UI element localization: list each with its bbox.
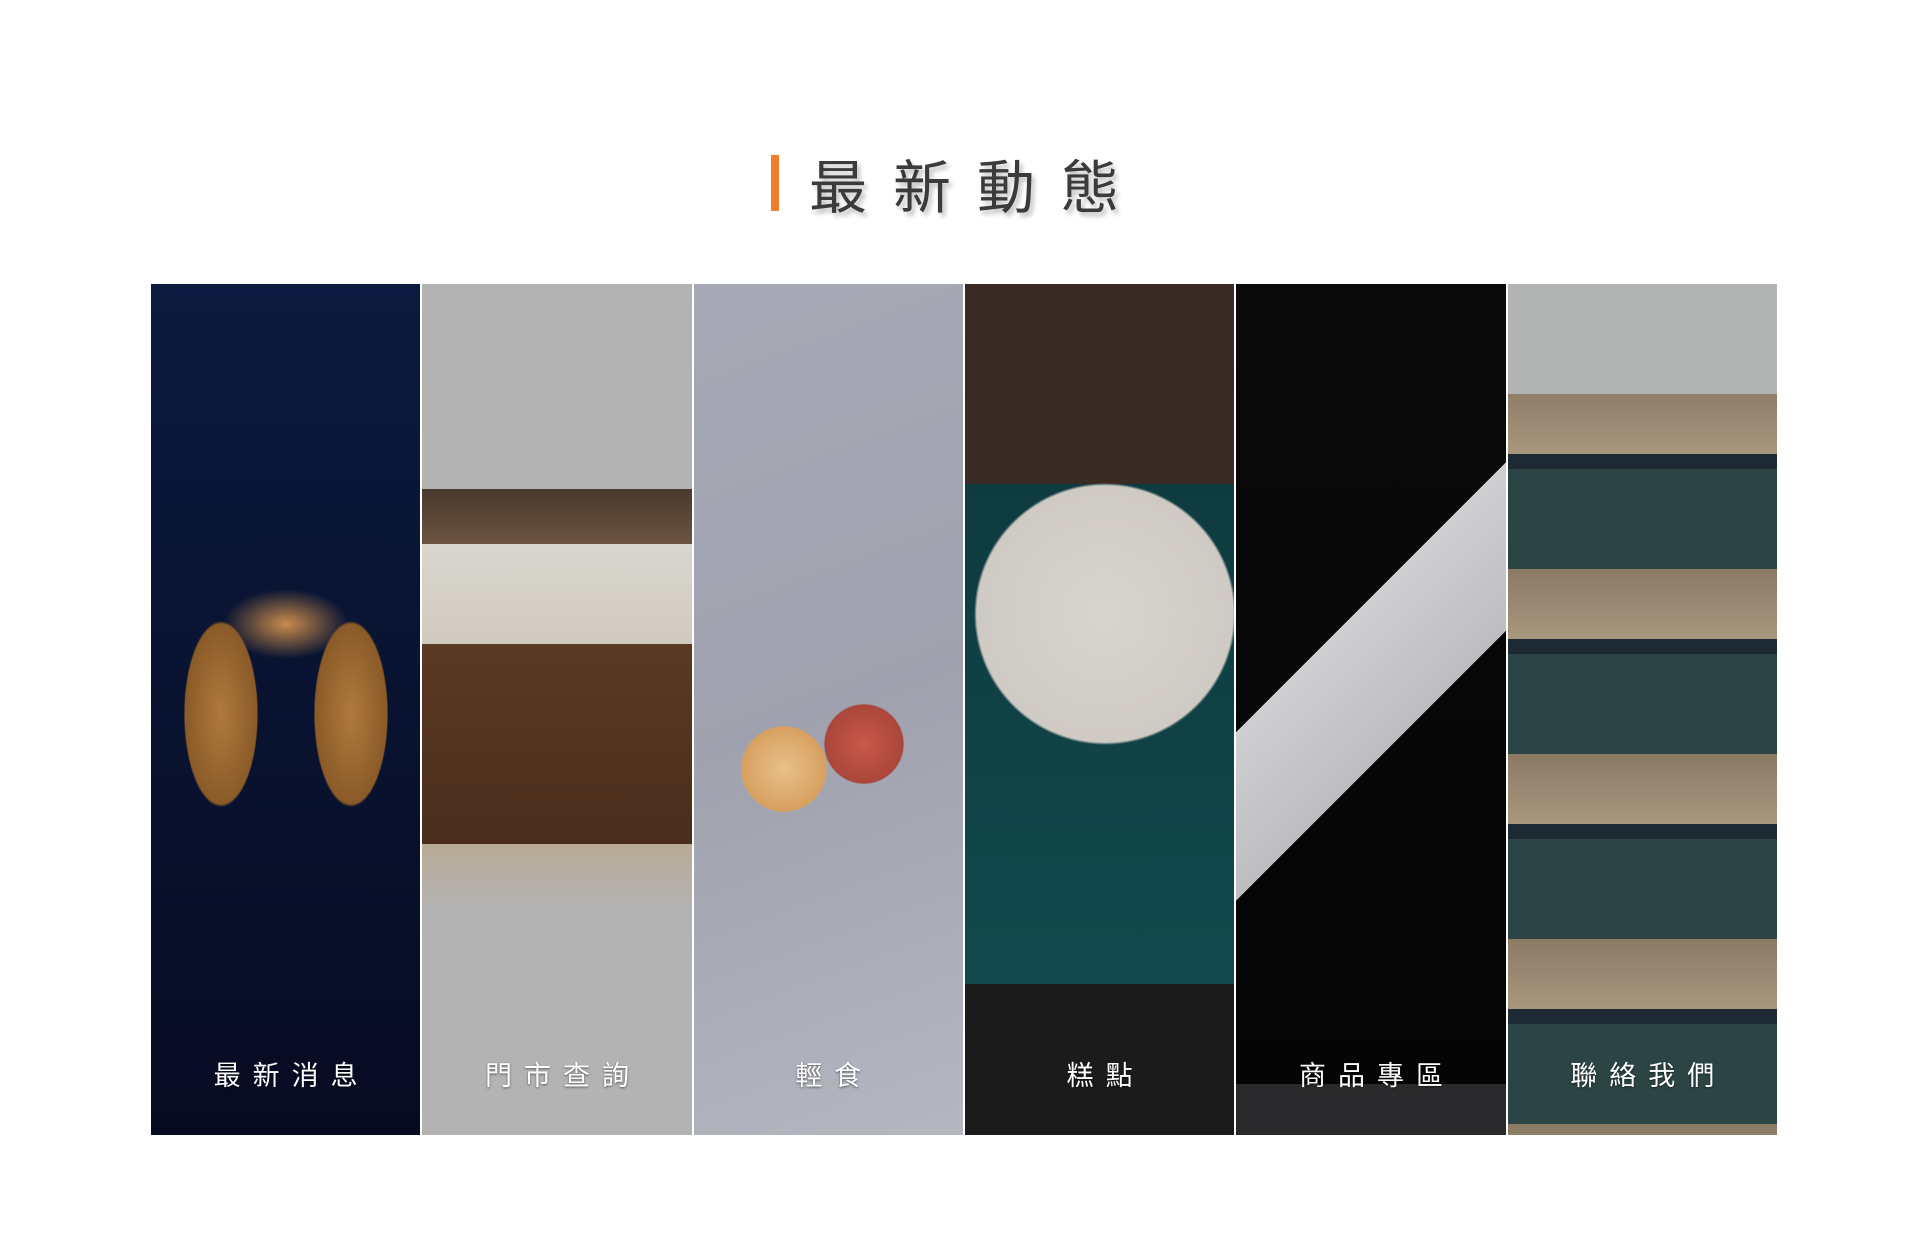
cafe-interior-image [422, 284, 692, 1135]
bagels-image [693, 284, 963, 1135]
cakes-image [964, 284, 1235, 1135]
panel-label: 門市查詢 [484, 1061, 641, 1092]
accent-bar [770, 155, 779, 211]
panel-label: 最新消息 [213, 1061, 370, 1092]
panel-light-meals[interactable]: 輕食 [693, 284, 963, 1135]
panel-label: 輕食 [795, 1061, 874, 1092]
panel-label: 糕點 [1066, 1061, 1145, 1092]
panel-news[interactable]: 最新消息 [151, 284, 421, 1135]
panel-products[interactable]: 商品專區 [1236, 284, 1506, 1135]
iced-coffee-image [151, 284, 421, 1135]
category-panels: 最新消息 門市查詢 輕食 糕點 商品專區 聯絡我們 [151, 284, 1777, 1135]
panel-store-locator[interactable]: 門市查詢 [422, 284, 692, 1135]
coffee-jars-image [1507, 284, 1777, 1135]
panel-contact[interactable]: 聯絡我們 [1507, 284, 1777, 1135]
section-title: 最新動態 [808, 154, 1145, 222]
panel-label: 商品專區 [1298, 1061, 1455, 1092]
panel-label: 聯絡我們 [1570, 1061, 1727, 1092]
section-header: 最新動態 [0, 150, 1916, 222]
panel-pastries[interactable]: 糕點 [964, 284, 1235, 1135]
drip-coffee-image [1236, 284, 1506, 1135]
